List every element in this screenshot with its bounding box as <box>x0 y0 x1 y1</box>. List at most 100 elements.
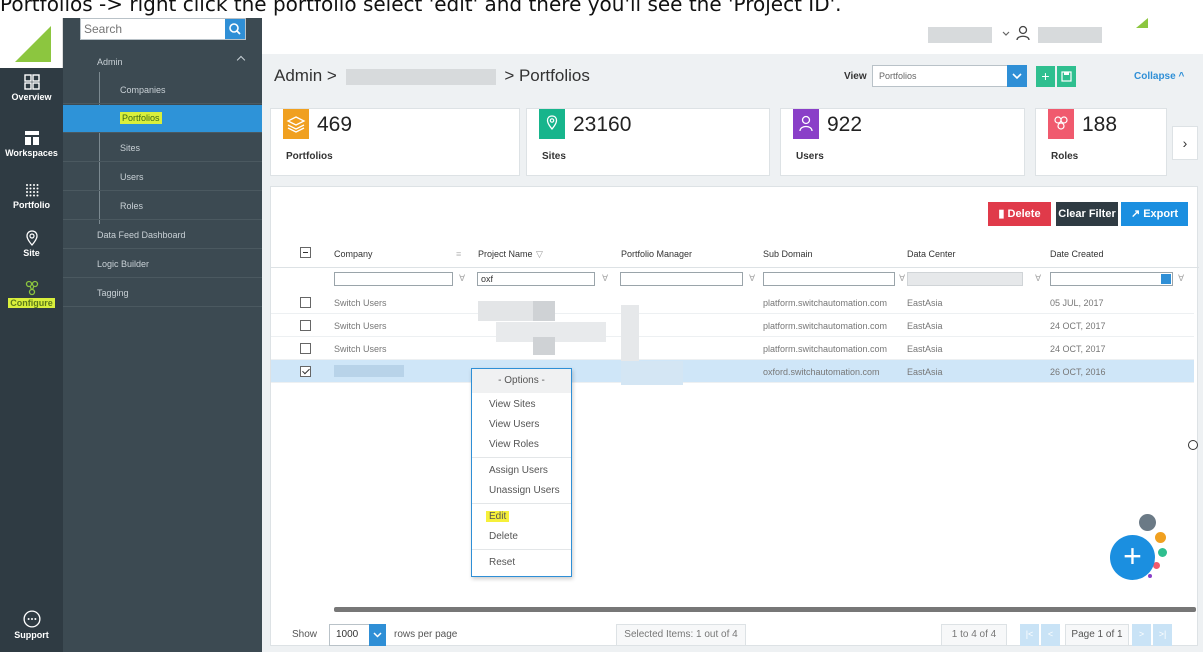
collapse-link[interactable]: Collapse ^ <box>1134 71 1184 82</box>
rows-dropdown-button[interactable] <box>369 624 386 646</box>
search-input[interactable] <box>81 19 221 39</box>
rows-per-page-select[interactable]: 1000 <box>329 624 386 646</box>
table-row[interactable]: Switch Users platform.switchautomation.c… <box>271 291 1194 314</box>
view-label: View <box>844 71 867 82</box>
menu-item-assign-users[interactable]: Assign Users <box>489 465 548 476</box>
stats-next-button[interactable]: › <box>1172 126 1198 160</box>
column-header-date-created[interactable]: Date Created <box>1050 249 1104 259</box>
column-header-sub-domain[interactable]: Sub Domain <box>763 249 813 259</box>
stat-value: 469 <box>317 113 353 136</box>
floating-add-button[interactable]: + <box>1110 535 1155 580</box>
cell-subdomain: oxford.switchautomation.com <box>763 367 880 377</box>
first-page-button[interactable]: |< <box>1020 624 1039 646</box>
prev-page-button[interactable]: < <box>1041 624 1060 646</box>
search-box <box>80 18 246 40</box>
horizontal-scrollbar[interactable] <box>334 607 1196 612</box>
export-icon: ↗ <box>1130 208 1141 220</box>
nav-item-logic-builder[interactable]: Logic Builder <box>63 250 262 278</box>
search-button[interactable] <box>225 19 245 39</box>
datacenter-filter-input[interactable] <box>907 272 1023 286</box>
column-menu-icon[interactable]: ≡ <box>456 249 461 259</box>
stat-card-roles[interactable]: 188 Roles <box>1035 108 1167 176</box>
app-logo[interactable] <box>0 18 63 68</box>
last-page-button[interactable]: >| <box>1153 624 1172 646</box>
redacted-project-name <box>533 337 555 355</box>
stat-card-portfolios[interactable]: 469 Portfolios <box>270 108 520 176</box>
nav-item-roles[interactable]: Roles <box>63 192 262 220</box>
filter-icon[interactable]: ∀ <box>1178 273 1184 284</box>
filter-icon[interactable]: ∀ <box>899 273 905 284</box>
fab-dot-gray <box>1139 514 1156 531</box>
menu-item-view-users[interactable]: View Users <box>489 419 539 430</box>
filter-icon[interactable]: ∀ <box>1035 273 1041 284</box>
column-header-company[interactable]: Company <box>334 249 373 259</box>
chevron-up-icon <box>236 55 246 65</box>
clear-filter-button[interactable]: Clear Filter <box>1056 202 1118 226</box>
menu-item-edit[interactable]: Edit <box>486 511 510 522</box>
nav-item-data-feed-dashboard[interactable]: Data Feed Dashboard <box>63 221 262 249</box>
location-pin-icon <box>25 230 38 246</box>
rail-item-configure[interactable]: Configure <box>0 280 63 308</box>
nav-item-portfolios[interactable]: Portfolios <box>63 105 262 133</box>
user-icon[interactable] <box>1016 25 1030 41</box>
table-row[interactable]: Switch Users platform.switchautomation.c… <box>271 314 1194 337</box>
filter-icon[interactable]: ▽ <box>536 249 543 260</box>
row-checkbox[interactable] <box>300 343 311 354</box>
cell-company: Switch Users <box>334 344 387 354</box>
breadcrumb-admin[interactable]: Admin > <box>274 66 337 85</box>
date-filter-input[interactable] <box>1050 272 1173 286</box>
row-checkbox[interactable] <box>300 320 311 331</box>
rail-label: Support <box>14 630 49 640</box>
company-filter-input[interactable] <box>334 272 453 286</box>
row-checkbox-checked[interactable] <box>300 366 311 377</box>
export-button[interactable]: ↗ Export <box>1121 202 1188 226</box>
menu-item-delete[interactable]: Delete <box>489 531 518 542</box>
plus-icon: + <box>1123 538 1142 574</box>
save-view-button[interactable] <box>1057 66 1076 87</box>
rail-item-overview[interactable]: Overview <box>0 74 63 102</box>
calendar-icon[interactable] <box>1161 274 1171 284</box>
redacted-company-cell <box>334 365 404 377</box>
nav-admin-group[interactable]: Admin <box>63 50 262 76</box>
rail-item-support[interactable]: Support <box>0 610 63 640</box>
filter-icon[interactable]: ∀ <box>459 273 465 284</box>
rail-item-portfolio[interactable]: Portfolio <box>0 182 63 210</box>
table-row[interactable]: Switch Users platform.switchautomation.c… <box>271 337 1194 360</box>
cell-subdomain: platform.switchautomation.com <box>763 321 888 331</box>
menu-item-unassign-users[interactable]: Unassign Users <box>489 485 560 496</box>
zoom-cursor-icon <box>1188 440 1198 450</box>
menu-item-reset[interactable]: Reset <box>489 557 515 568</box>
project-name-filter-input[interactable]: oxf <box>477 272 595 286</box>
redacted-company <box>345 68 496 85</box>
rail-item-site[interactable]: Site <box>0 230 63 258</box>
stat-card-users[interactable]: 922 Users <box>780 108 1025 176</box>
nav-item-companies[interactable]: Companies <box>63 76 262 104</box>
column-header-project-name[interactable]: Project Name <box>478 249 533 259</box>
subdomain-filter-input[interactable] <box>763 272 895 286</box>
nav-item-tagging[interactable]: Tagging <box>63 279 262 307</box>
next-page-button[interactable]: > <box>1132 624 1151 646</box>
rail-item-workspaces[interactable]: Workspaces <box>0 130 63 158</box>
nav-item-sites[interactable]: Sites <box>63 134 262 162</box>
minus-icon <box>303 252 308 253</box>
breadcrumb: Admin > > Portfolios <box>274 66 590 86</box>
delete-button[interactable]: ▮ Delete <box>988 202 1051 226</box>
filter-icon[interactable]: ∀ <box>749 273 755 284</box>
nav-item-users[interactable]: Users <box>63 163 262 191</box>
chevron-down-icon[interactable] <box>1002 30 1010 38</box>
view-dropdown-button[interactable] <box>1007 65 1027 87</box>
filter-row: ∀ oxf ∀ ∀ ∀ ∀ ∀ <box>271 268 1199 288</box>
menu-item-view-roles[interactable]: View Roles <box>489 439 539 450</box>
select-all-checkbox[interactable] <box>300 247 311 258</box>
column-header-portfolio-manager[interactable]: Portfolio Manager <box>621 249 692 259</box>
row-checkbox[interactable] <box>300 297 311 308</box>
menu-divider <box>472 503 571 504</box>
menu-item-view-sites[interactable]: View Sites <box>489 399 536 410</box>
view-select[interactable]: Portfolios <box>872 65 1027 87</box>
table-row-selected[interactable]: oxford.switchautomation.com EastAsia 26 … <box>271 360 1194 383</box>
filter-icon[interactable]: ∀ <box>602 273 608 284</box>
manager-filter-input[interactable] <box>620 272 743 286</box>
column-header-data-center[interactable]: Data Center <box>907 249 956 259</box>
add-view-button[interactable]: + <box>1036 66 1055 87</box>
stat-card-sites[interactable]: 23160 Sites <box>526 108 770 176</box>
